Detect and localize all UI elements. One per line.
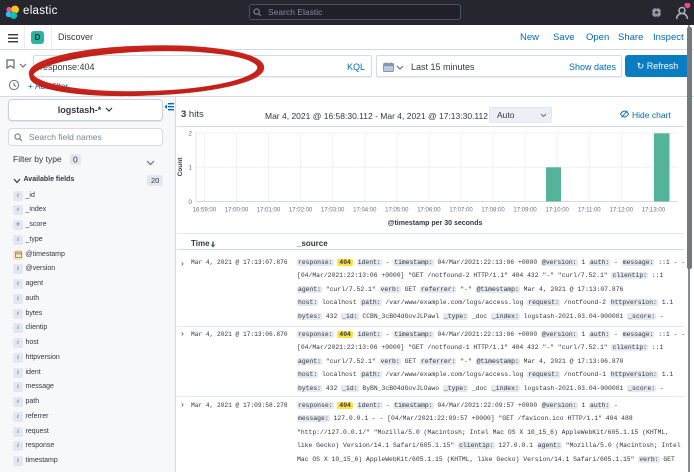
- svg-text:0: 0: [188, 199, 192, 206]
- svg-text:17:07:00: 17:07:00: [449, 208, 473, 214]
- svg-text:16:59:00: 16:59:00: [193, 208, 217, 214]
- svg-text:17:06:00: 17:06:00: [417, 208, 441, 214]
- svg-text:17:02:00: 17:02:00: [289, 208, 313, 214]
- svg-text:17:11:00: 17:11:00: [578, 208, 602, 214]
- svg-text:@timestamp per 30 seconds: @timestamp per 30 seconds: [388, 220, 483, 227]
- svg-text:Count: Count: [177, 157, 184, 177]
- svg-text:17:08:00: 17:08:00: [481, 208, 505, 214]
- svg-text:1: 1: [188, 165, 192, 172]
- svg-text:2: 2: [188, 130, 192, 137]
- svg-text:17:12:00: 17:12:00: [610, 208, 634, 214]
- svg-text:17:13:00: 17:13:00: [642, 208, 666, 214]
- svg-text:17:01:00: 17:01:00: [257, 208, 281, 214]
- svg-text:17:10:00: 17:10:00: [546, 208, 570, 214]
- svg-text:17:09:00: 17:09:00: [513, 208, 537, 214]
- svg-text:17:05:00: 17:05:00: [385, 208, 409, 214]
- svg-text:17:00:00: 17:00:00: [225, 208, 249, 214]
- svg-text:17:04:00: 17:04:00: [353, 208, 377, 214]
- svg-text:17:03:00: 17:03:00: [321, 208, 345, 214]
